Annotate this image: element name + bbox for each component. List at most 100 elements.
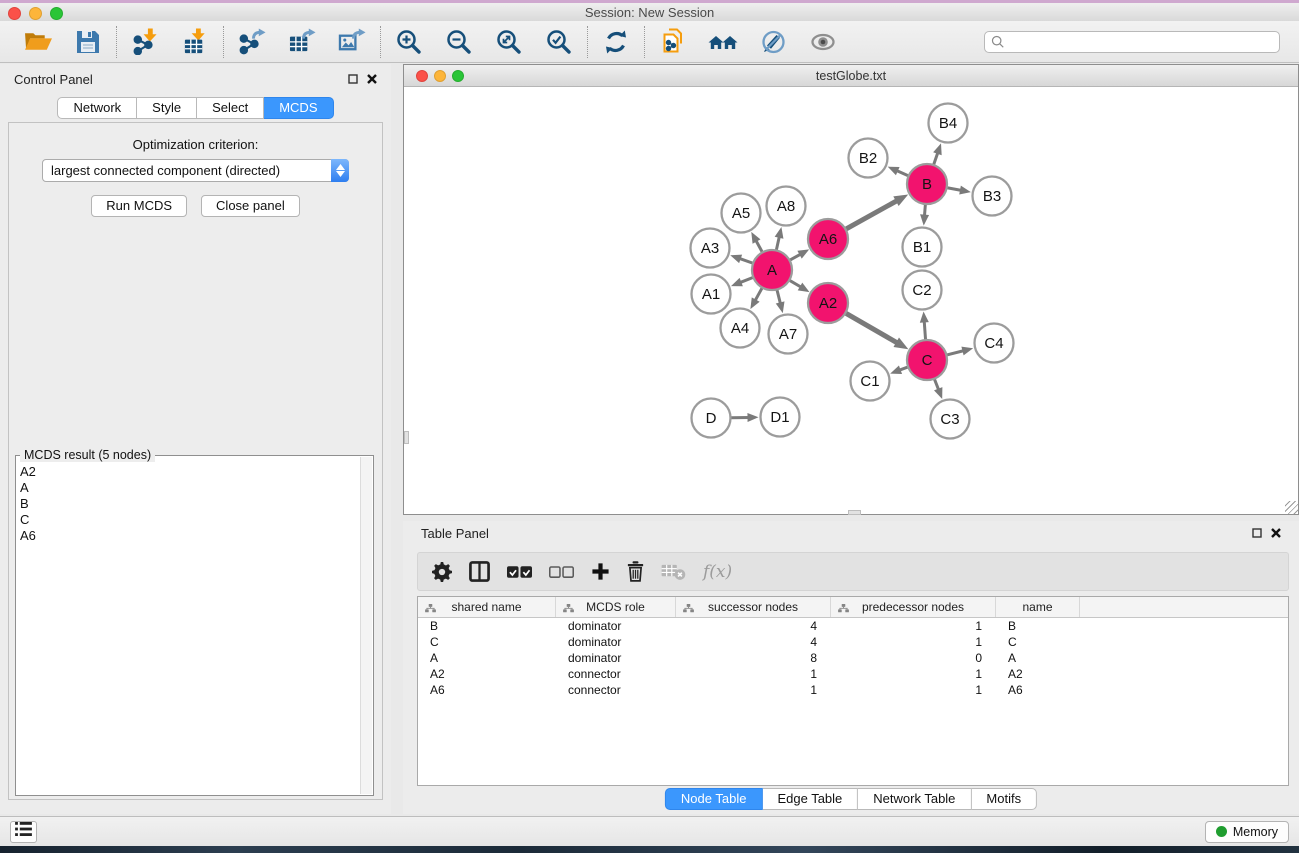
graph-node-A1[interactable]: A1 <box>692 275 731 314</box>
zoom-window-button[interactable] <box>50 7 63 20</box>
close-panel-button[interactable]: Close panel <box>201 195 300 217</box>
close-panel-icon[interactable] <box>367 72 377 87</box>
network-zoom-button[interactable] <box>452 70 464 82</box>
graph-edge-A-A1[interactable] <box>739 278 753 283</box>
delete-entry-icon[interactable] <box>627 561 644 582</box>
graph-node-A3[interactable]: A3 <box>691 229 730 268</box>
graph-edge-A-A8[interactable] <box>776 236 779 250</box>
graph-node-B[interactable]: B <box>907 164 947 204</box>
result-item[interactable]: A2 <box>20 464 360 480</box>
import-table-icon[interactable] <box>180 27 210 57</box>
column-header-name[interactable]: name <box>996 597 1080 617</box>
show-all-icon[interactable] <box>808 27 838 57</box>
graph-node-A2[interactable]: A2 <box>808 283 848 323</box>
table-row[interactable]: Bdominator41B <box>418 618 1288 634</box>
mcds-result-list[interactable]: A2ABCA6 <box>20 464 360 793</box>
graph-node-B4[interactable]: B4 <box>929 104 968 143</box>
result-scrollbar[interactable] <box>360 457 372 794</box>
graph-edge-A-A3[interactable] <box>739 258 753 263</box>
network-canvas[interactable]: B4B2BB3A5A8A6A3B1AA1C2A2A4A7C4CC1C3DD1 <box>404 88 1298 514</box>
graph-node-C4[interactable]: C4 <box>975 324 1014 363</box>
graph-node-A4[interactable]: A4 <box>721 309 760 348</box>
result-item[interactable]: B <box>20 496 360 512</box>
graph-edge-B-B4[interactable] <box>934 152 938 165</box>
graph-node-A5[interactable]: A5 <box>722 194 761 233</box>
close-table-panel-icon[interactable] <box>1271 526 1281 541</box>
graph-edge-A-A7[interactable] <box>777 290 781 305</box>
tab-node-table[interactable]: Node Table <box>665 788 763 810</box>
table-settings-icon[interactable] <box>432 562 452 582</box>
table-row[interactable]: A2connector11A2 <box>418 666 1288 682</box>
graph-node-C2[interactable]: C2 <box>903 271 942 310</box>
network-close-button[interactable] <box>416 70 428 82</box>
export-table-icon[interactable] <box>287 27 317 57</box>
pane-divider-grip-vertical[interactable] <box>404 431 409 444</box>
graph-node-A[interactable]: A <box>752 250 792 290</box>
graph-edge-A2-C[interactable] <box>846 313 898 343</box>
table-row[interactable]: Adominator80A <box>418 650 1288 666</box>
result-item[interactable]: C <box>20 512 360 528</box>
float-table-panel-icon[interactable] <box>1252 526 1262 541</box>
tab-edge-table[interactable]: Edge Table <box>762 788 858 810</box>
column-header-shared-name[interactable]: shared name <box>418 597 556 617</box>
first-neighbors-icon[interactable] <box>708 27 738 57</box>
window-titlebar[interactable]: Session: New Session <box>0 3 1299 21</box>
graph-node-A7[interactable]: A7 <box>769 315 808 354</box>
graph-edge-A6-B[interactable] <box>846 200 898 229</box>
graph-node-B3[interactable]: B3 <box>973 177 1012 216</box>
network-from-selection-icon[interactable] <box>658 27 688 57</box>
zoom-fit-icon[interactable] <box>494 27 524 57</box>
task-history-button[interactable] <box>10 821 37 843</box>
tab-style[interactable]: Style <box>137 97 197 119</box>
zoom-out-icon[interactable] <box>444 27 474 57</box>
save-session-icon[interactable] <box>73 27 103 57</box>
graph-edge-B-B2[interactable] <box>896 170 908 175</box>
tab-mcds[interactable]: MCDS <box>264 97 333 119</box>
export-network-icon[interactable] <box>237 27 267 57</box>
close-window-button[interactable] <box>8 7 21 20</box>
network-minimize-button[interactable] <box>434 70 446 82</box>
graph-node-B2[interactable]: B2 <box>849 139 888 178</box>
minimize-window-button[interactable] <box>29 7 42 20</box>
pane-divider-grip-horizontal[interactable] <box>848 510 861 515</box>
graph-edge-C-C2[interactable] <box>924 320 925 339</box>
graph-edge-C-C4[interactable] <box>947 351 965 355</box>
select-all-icon[interactable] <box>507 565 532 579</box>
tab-motifs[interactable]: Motifs <box>971 788 1037 810</box>
tab-network[interactable]: Network <box>57 97 137 119</box>
float-panel-icon[interactable] <box>348 72 358 87</box>
tab-network-table[interactable]: Network Table <box>858 788 971 810</box>
graph-node-C[interactable]: C <box>907 340 947 380</box>
graph-node-C1[interactable]: C1 <box>851 362 890 401</box>
result-item[interactable]: A6 <box>20 528 360 544</box>
search-input[interactable] <box>1009 35 1273 49</box>
memory-button[interactable]: Memory <box>1205 821 1289 843</box>
column-header-predecessor-nodes[interactable]: predecessor nodes <box>831 597 996 617</box>
show-columns-icon[interactable] <box>469 561 490 582</box>
graph-node-B1[interactable]: B1 <box>903 228 942 267</box>
open-session-icon[interactable] <box>23 27 53 57</box>
graph-edge-A-A5[interactable] <box>756 240 763 252</box>
zoom-in-icon[interactable] <box>394 27 424 57</box>
graph-node-A6[interactable]: A6 <box>808 219 848 259</box>
network-window-titlebar[interactable]: testGlobe.txt <box>404 65 1298 87</box>
column-header-MCDS-role[interactable]: MCDS role <box>556 597 676 617</box>
column-header-successor-nodes[interactable]: successor nodes <box>676 597 831 617</box>
graph-edge-B-B3[interactable] <box>947 188 962 191</box>
graph-node-D1[interactable]: D1 <box>761 398 800 437</box>
add-entry-icon[interactable] <box>591 562 610 581</box>
import-network-icon[interactable] <box>130 27 160 57</box>
graph-node-D[interactable]: D <box>692 399 731 438</box>
graph-node-A8[interactable]: A8 <box>767 187 806 226</box>
refresh-layout-icon[interactable] <box>601 27 631 57</box>
graph-edge-A-A4[interactable] <box>755 288 762 301</box>
table-row[interactable]: A6connector11A6 <box>418 682 1288 698</box>
criterion-select[interactable]: largest connected component (directed) <box>42 159 349 182</box>
search-field[interactable] <box>984 31 1280 53</box>
table-row[interactable]: Cdominator41C <box>418 634 1288 650</box>
deselect-all-icon[interactable] <box>549 565 574 579</box>
run-mcds-button[interactable]: Run MCDS <box>91 195 187 217</box>
tab-select[interactable]: Select <box>197 97 264 119</box>
window-resize-handle[interactable] <box>1285 501 1298 514</box>
export-image-icon[interactable] <box>337 27 367 57</box>
